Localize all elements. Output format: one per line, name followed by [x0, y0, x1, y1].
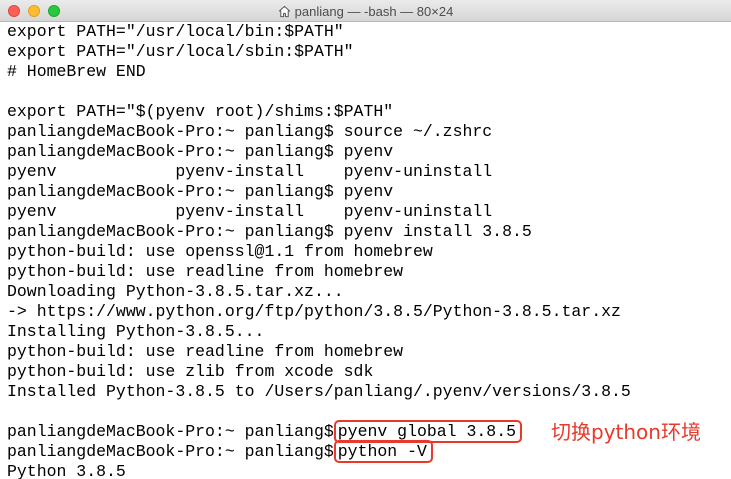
- terminal-line: -> https://www.python.org/ftp/python/3.8…: [7, 302, 621, 321]
- terminal-line-output: Python 3.8.5: [7, 462, 126, 479]
- terminal-line: Installed Python-3.8.5 to /Users/panlian…: [7, 382, 631, 401]
- terminal-line: export PATH="$(pyenv root)/shims:$PATH": [7, 102, 394, 121]
- home-icon: [278, 5, 290, 17]
- annotation-label: 切换python环境: [551, 420, 701, 444]
- terminal-line: panliangdeMacBook-Pro:~ panliang$ pyenv: [7, 182, 394, 201]
- prompt: panliangdeMacBook-Pro:~ panliang$: [7, 442, 334, 461]
- terminal-line: python-build: use readline from homebrew: [7, 342, 404, 361]
- window-title-area: panliang — -bash — 80×24: [0, 0, 731, 22]
- terminal-line: export PATH="/usr/local/bin:$PATH": [7, 22, 344, 41]
- terminal-line: python-build: use readline from homebrew: [7, 262, 404, 281]
- terminal-window: panliang — -bash — 80×24 export PATH="/u…: [0, 0, 731, 479]
- terminal-line: panliangdeMacBook-Pro:~ panliang$ pyenv: [7, 142, 394, 161]
- terminal-line: Installing Python-3.8.5...: [7, 322, 265, 341]
- terminal-line: # HomeBrew END: [7, 62, 146, 81]
- terminal-output[interactable]: export PATH="/usr/local/bin:$PATH" export…: [0, 22, 731, 479]
- terminal-line: python-build: use openssl@1.1 from homeb…: [7, 242, 433, 261]
- title-bar[interactable]: panliang — -bash — 80×24: [0, 0, 731, 22]
- terminal-lines: export PATH="/usr/local/bin:$PATH" export…: [7, 22, 731, 422]
- terminal-line: Downloading Python-3.8.5.tar.xz...: [7, 282, 344, 301]
- window-title: panliang — -bash — 80×24: [294, 3, 454, 19]
- terminal-line: pyenv pyenv-install pyenv-uninstall: [7, 162, 493, 181]
- terminal-line: python-build: use zlib from xcode sdk: [7, 362, 374, 381]
- prompt: panliangdeMacBook-Pro:~ panliang$: [7, 422, 334, 441]
- terminal-line-version: panliangdeMacBook-Pro:~ panliang$ python …: [7, 440, 731, 463]
- terminal-line: panliangdeMacBook-Pro:~ panliang$ pyenv …: [7, 222, 532, 241]
- python-version-command: python -V: [333, 440, 433, 463]
- terminal-line: panliangdeMacBook-Pro:~ panliang$ source…: [7, 122, 493, 141]
- terminal-line: pyenv pyenv-install pyenv-uninstall: [7, 202, 493, 221]
- terminal-line: export PATH="/usr/local/sbin:$PATH": [7, 42, 354, 61]
- pyenv-global-command: pyenv global 3.8.5: [333, 420, 523, 443]
